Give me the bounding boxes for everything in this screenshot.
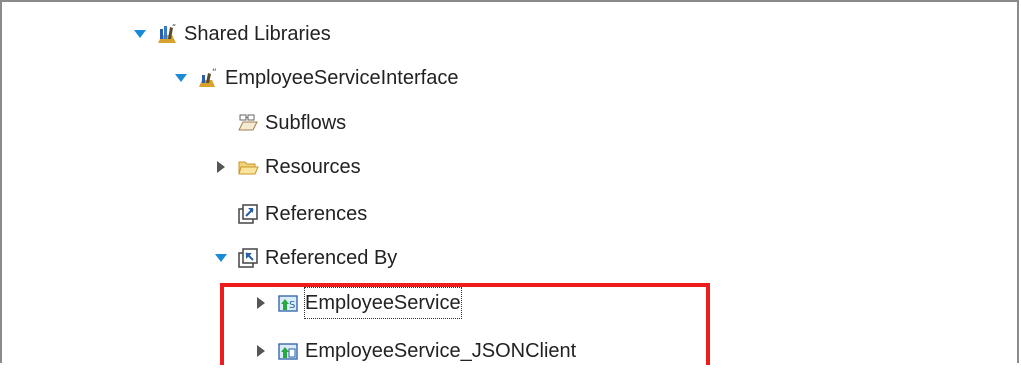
tree-item-employee-service-interface[interactable]: “ EmployeeServiceInterface (173, 63, 458, 93)
tree-item-resources[interactable]: Resources (213, 152, 361, 182)
tree-item-label: Resources (265, 156, 361, 178)
tree-item-subflows[interactable]: Subflows (213, 108, 346, 138)
tree-item-shared-libraries[interactable]: “ Shared Libraries (132, 19, 331, 49)
svg-text:“: “ (212, 68, 217, 78)
tree-item-references[interactable]: References (213, 199, 367, 229)
expanded-chevron-icon[interactable] (173, 70, 189, 86)
tree-item-label: Referenced By (265, 247, 398, 269)
subflows-icon (237, 112, 259, 134)
tree-item-label: Subflows (265, 112, 347, 134)
folder-icon (237, 156, 259, 178)
project-tree-panel: “ Shared Libraries “ EmployeeServiceInte… (0, 0, 1019, 365)
tree-item-label: Shared Libraries (184, 23, 331, 45)
referenced-by-icon (237, 247, 259, 269)
expanded-chevron-icon[interactable] (213, 250, 229, 266)
shared-libraries-icon: “ (156, 23, 178, 45)
tree-item-label: References (265, 203, 368, 225)
tree-item-referenced-by[interactable]: Referenced By (213, 243, 397, 273)
expanded-chevron-icon[interactable] (132, 26, 148, 42)
tree-item-label: EmployeeServiceInterface (225, 67, 459, 89)
collapsed-chevron-icon[interactable] (213, 159, 229, 175)
highlight-annotation-box (220, 283, 710, 365)
svg-text:“: “ (172, 23, 176, 32)
references-icon (237, 203, 259, 225)
shared-library-project-icon: “ (197, 67, 219, 89)
